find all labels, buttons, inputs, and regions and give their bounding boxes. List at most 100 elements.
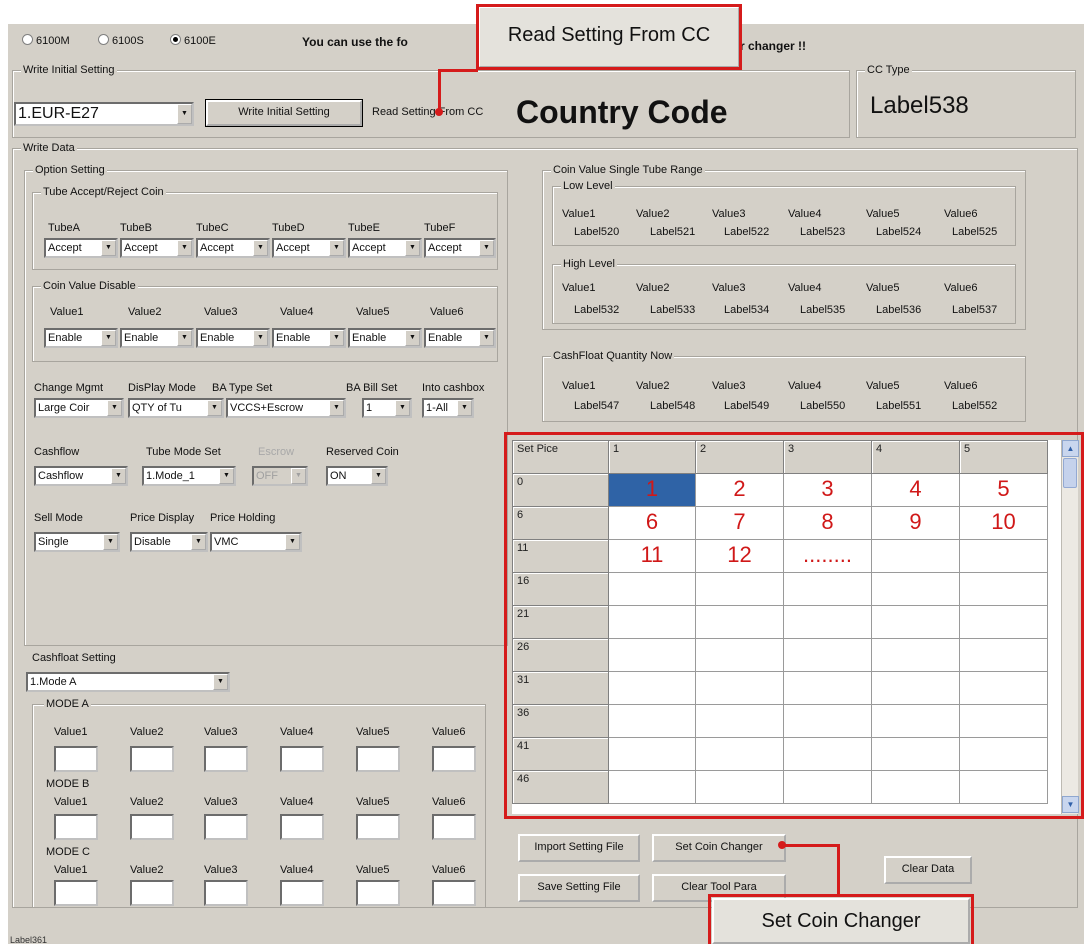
coin-value6-label: Value6 <box>430 306 464 318</box>
mode-b-value4-input[interactable] <box>280 814 324 840</box>
sell-mode-select[interactable]: Single ▼ <box>34 532 120 552</box>
mode-c-value2-input[interactable] <box>130 880 174 906</box>
mode-a-value3-label: Value3 <box>204 726 238 738</box>
reserved-coin-select[interactable]: ON ▼ <box>326 466 388 486</box>
mode-c-value5-input[interactable] <box>356 880 400 906</box>
into-cashbox-label: Into cashbox <box>422 382 485 394</box>
low-level-value-6: Label525 <box>952 226 998 238</box>
group-title: CashFloat Quantity Now <box>551 349 675 363</box>
write-initial-button[interactable]: Write Initial Setting <box>206 100 362 126</box>
mode-b-value6-input[interactable] <box>432 814 476 840</box>
cashfloat-setting-title: Cashfloat Setting <box>32 652 116 664</box>
mode-c-value3-input[interactable] <box>204 880 248 906</box>
mode-c-value4-input[interactable] <box>280 880 324 906</box>
callout-connector <box>784 844 840 847</box>
info-message-end: r changer !! <box>740 39 807 53</box>
change-mgmt-select[interactable]: Large Coir ▼ <box>34 398 124 418</box>
mode-a-value4-input[interactable] <box>280 746 324 772</box>
chevron-down-icon: ▼ <box>253 330 268 346</box>
country-select[interactable]: 1.EUR-E27 ▼ <box>14 102 194 126</box>
mode-a-value6-input[interactable] <box>432 746 476 772</box>
group-title: Coin Value Single Tube Range <box>551 163 705 177</box>
price-holding-select[interactable]: VMC ▼ <box>210 532 302 552</box>
clear-data-button[interactable]: Clear Data <box>884 856 972 884</box>
mode-b-value5-input[interactable] <box>356 814 400 840</box>
group-title: Write Data <box>21 141 77 155</box>
mode-c-value2-label: Value2 <box>130 864 164 876</box>
display-mode-select[interactable]: QTY of Tu ▼ <box>128 398 224 418</box>
tube-a-select[interactable]: Accept ▼ <box>44 238 118 258</box>
mode-a-value2-input[interactable] <box>130 746 174 772</box>
set-coin-changer-button[interactable]: Set Coin Changer <box>652 834 786 862</box>
cashfloat-modes-group <box>32 704 486 908</box>
mode-c-value1-input[interactable] <box>54 880 98 906</box>
coin-value5-select[interactable]: Enable ▼ <box>348 328 422 348</box>
mode-c-value6-input[interactable] <box>432 880 476 906</box>
group-title: High Level <box>561 257 617 271</box>
reserved-coin-label: Reserved Coin <box>326 446 399 458</box>
coin-value3-select[interactable]: Enable ▼ <box>196 328 270 348</box>
cc-type-value: Label538 <box>870 92 969 119</box>
radio-6100m[interactable]: 6100M <box>22 34 70 48</box>
now-value1-label: Value1 <box>562 380 596 392</box>
mode-a-value1-input[interactable] <box>54 746 98 772</box>
coin-value4-select[interactable]: Enable ▼ <box>272 328 346 348</box>
chevron-down-icon: ▼ <box>177 240 192 256</box>
chevron-down-icon: ▼ <box>101 330 116 346</box>
tube-c-select[interactable]: Accept ▼ <box>196 238 270 258</box>
mode-c-value5-label: Value5 <box>356 864 390 876</box>
chevron-down-icon: ▼ <box>405 330 420 346</box>
chevron-down-icon: ▼ <box>395 400 410 416</box>
chevron-down-icon: ▼ <box>457 400 472 416</box>
ba-type-label: BA Type Set <box>212 382 273 394</box>
chevron-down-icon: ▼ <box>191 534 206 550</box>
now-value4-label: Value4 <box>788 380 822 392</box>
cashfloat-mode-select[interactable]: 1.Mode A ▼ <box>26 672 230 692</box>
cashfloat-now-value-2: Label548 <box>650 400 696 412</box>
chevron-down-icon: ▼ <box>177 330 192 346</box>
group-title: Option Setting <box>33 163 107 177</box>
tube-mode-select[interactable]: 1.Mode_1 ▼ <box>142 466 236 486</box>
mode-b-value4-label: Value4 <box>280 796 314 808</box>
mode-b-value5-label: Value5 <box>356 796 390 808</box>
read-callout-frame <box>476 4 742 70</box>
coin-value2-select[interactable]: Enable ▼ <box>120 328 194 348</box>
mode-a-value5-input[interactable] <box>356 746 400 772</box>
ba-bill-label: BA Bill Set <box>346 382 398 394</box>
low-value4-label: Value4 <box>788 208 822 220</box>
tube-e-select[interactable]: Accept ▼ <box>348 238 422 258</box>
mode-c-title: MODE C <box>44 846 92 859</box>
mode-a-value1-label: Value1 <box>54 726 88 738</box>
tube-f-select[interactable]: Accept ▼ <box>424 238 496 258</box>
ba-bill-select[interactable]: 1 ▼ <box>362 398 412 418</box>
mode-b-value3-input[interactable] <box>204 814 248 840</box>
cashflow-select[interactable]: Cashflow ▼ <box>34 466 128 486</box>
radio-circle-icon <box>98 34 109 45</box>
price-display-select[interactable]: Disable ▼ <box>130 532 208 552</box>
status-text: Label361 <box>10 935 48 944</box>
radio-6100e[interactable]: 6100E <box>170 34 216 48</box>
tube-b-label: TubeB <box>120 222 153 234</box>
mode-c-value4-label: Value4 <box>280 864 314 876</box>
tube-b-select[interactable]: Accept ▼ <box>120 238 194 258</box>
escrow-select: OFF ▼ <box>252 466 308 486</box>
high-value6-label: Value6 <box>944 282 978 294</box>
save-setting-button[interactable]: Save Setting File <box>518 874 640 902</box>
now-value3-label: Value3 <box>712 380 746 392</box>
radio-6100s[interactable]: 6100S <box>98 34 144 48</box>
callout-dot-icon <box>435 108 443 116</box>
mode-b-value1-label: Value1 <box>54 796 88 808</box>
mode-a-value3-input[interactable] <box>204 746 248 772</box>
mode-b-value1-input[interactable] <box>54 814 98 840</box>
mode-a-value5-label: Value5 <box>356 726 390 738</box>
escrow-label: Escrow <box>258 446 295 458</box>
tube-d-select[interactable]: Accept ▼ <box>272 238 346 258</box>
price-display-label: Price Display <box>130 512 195 524</box>
coin-value1-select[interactable]: Enable ▼ <box>44 328 118 348</box>
mode-b-value2-input[interactable] <box>130 814 174 840</box>
coin-value6-select[interactable]: Enable ▼ <box>424 328 496 348</box>
ba-type-select[interactable]: VCCS+Escrow ▼ <box>226 398 346 418</box>
import-setting-button[interactable]: Import Setting File <box>518 834 640 862</box>
into-cashbox-select[interactable]: 1-All ▼ <box>422 398 474 418</box>
read-setting-button[interactable]: Read Setting From CC <box>372 106 516 119</box>
